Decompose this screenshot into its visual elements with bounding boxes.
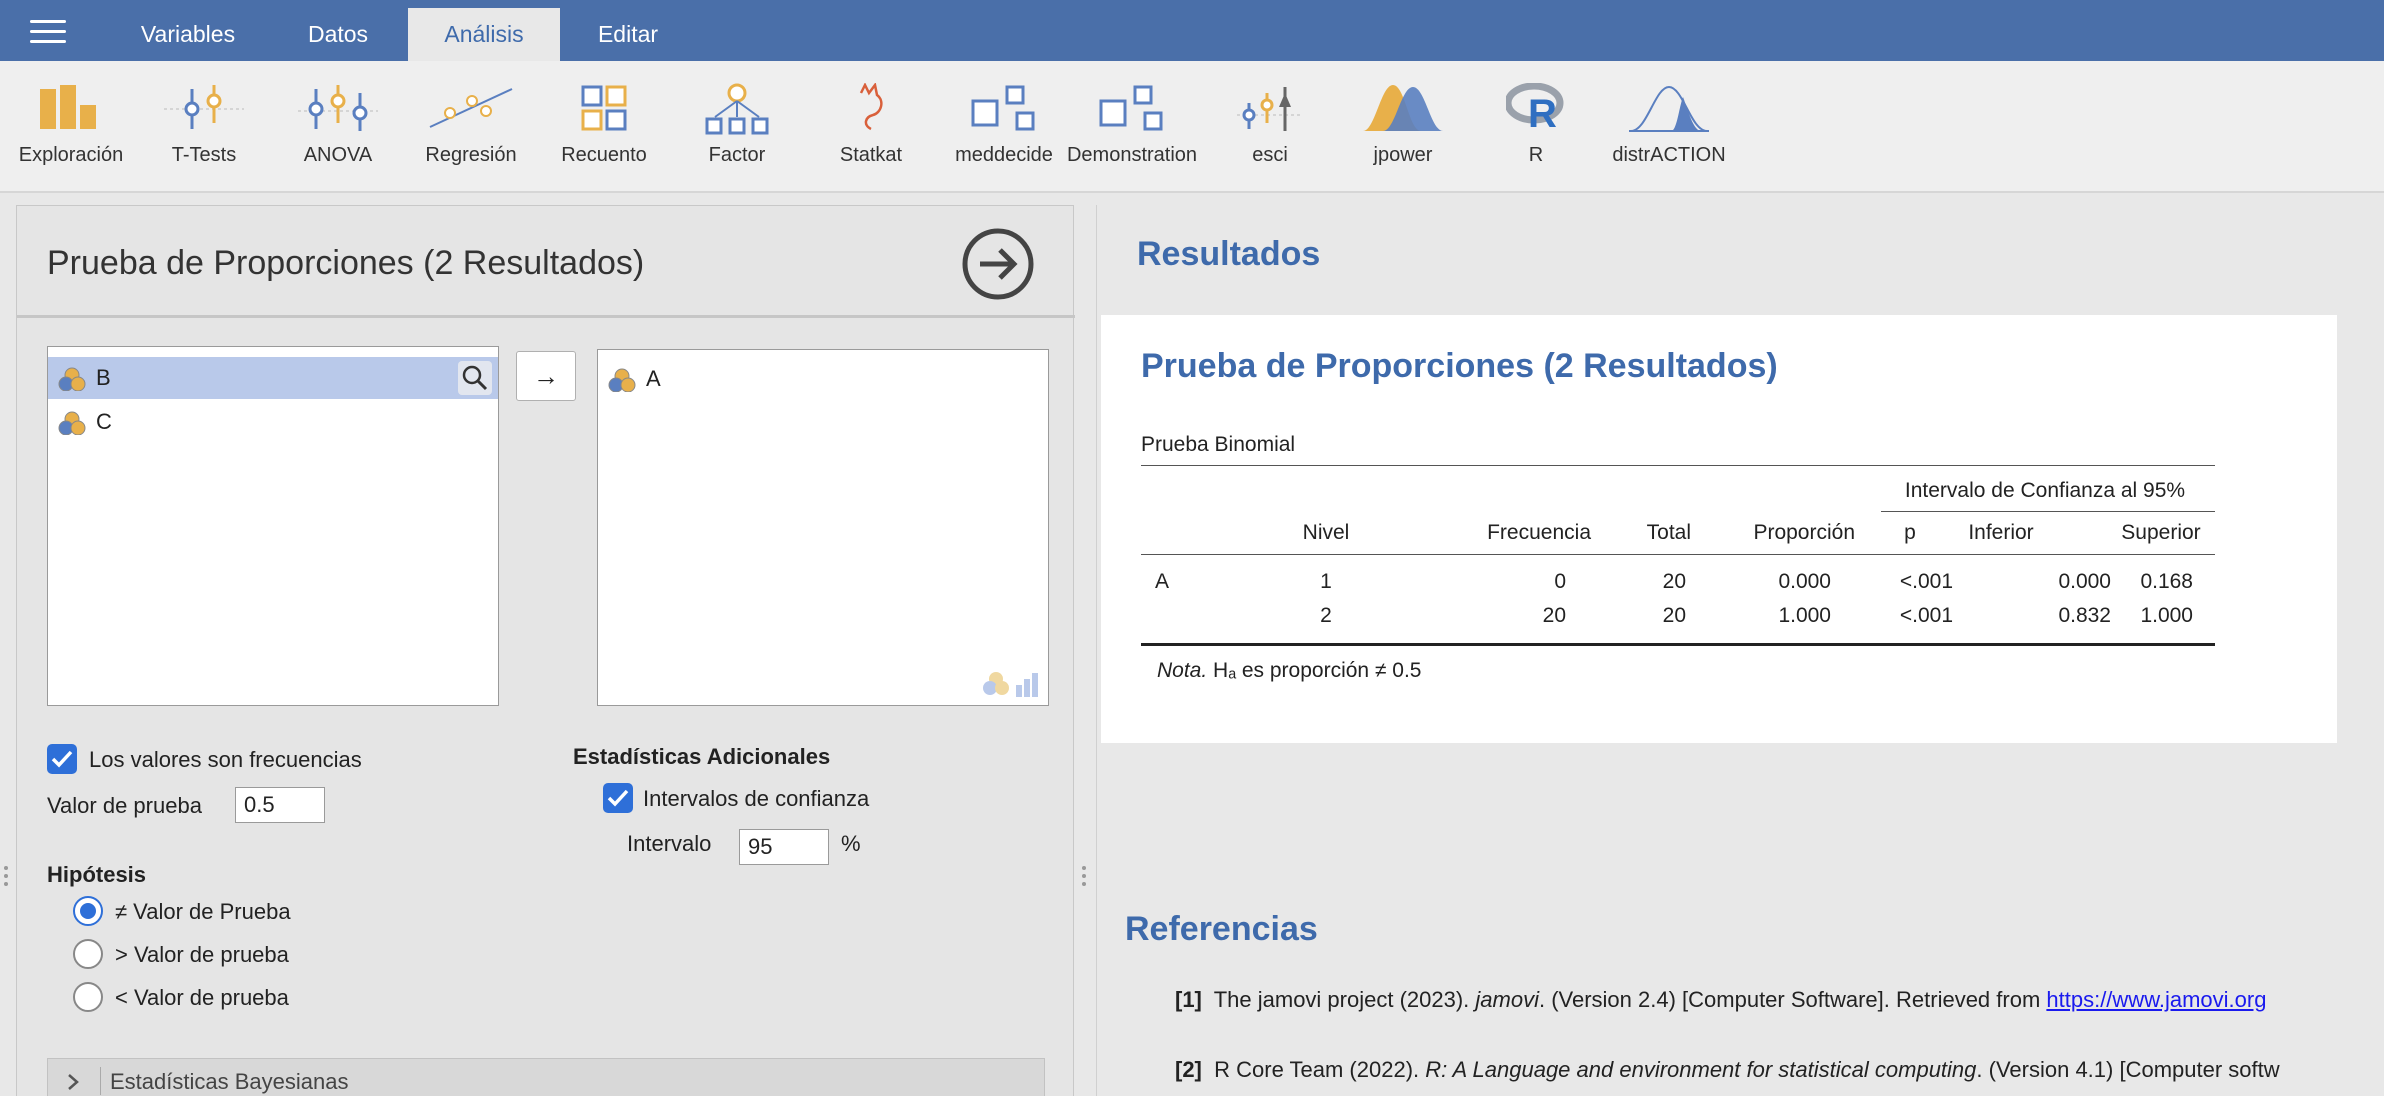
- splitter-resize-grip[interactable]: [1082, 866, 1088, 890]
- reference-item-1: [1] The jamovi project (2023). jamovi. (…: [1175, 987, 2267, 1012]
- hypothesis-radio-greater[interactable]: [73, 939, 103, 969]
- ribbon-statkat[interactable]: Statkat: [803, 61, 939, 193]
- variable-item-a[interactable]: A: [598, 358, 1048, 400]
- nominal-variable-icon: [608, 368, 636, 392]
- left-panel-resize-grip[interactable]: [4, 866, 10, 890]
- test-value-input[interactable]: 0.5: [235, 787, 325, 823]
- nominal-variable-icon: [58, 411, 86, 435]
- confidence-intervals-checkbox[interactable]: [603, 783, 633, 813]
- menu-bar: Variables Datos Análisis Editar: [0, 0, 2384, 61]
- results-panel: Resultados Prueba de Proporciones (2 Res…: [1096, 205, 2384, 1096]
- move-variable-button[interactable]: →: [516, 351, 576, 401]
- references-heading: Referencias: [1125, 910, 1318, 948]
- regression-icon: [429, 88, 513, 128]
- col-header-superior: Superior: [2121, 521, 2201, 544]
- checkmark-icon: [607, 789, 629, 807]
- target-variable-list[interactable]: A: [597, 349, 1049, 706]
- checkmark-icon: [51, 750, 73, 768]
- hypothesis-heading: Hipótesis: [47, 862, 147, 887]
- jpower-icon: [1363, 85, 1443, 131]
- ribbon-recuento[interactable]: Recuento: [536, 61, 672, 193]
- ribbon-r[interactable]: R R: [1468, 61, 1604, 193]
- ribbon-regresion[interactable]: Regresión: [403, 61, 539, 193]
- ci-header: Intervalo de Confianza al 95%: [1904, 479, 2186, 502]
- section-divider: [100, 1067, 101, 1095]
- hypothesis-label-less: < Valor de prueba: [115, 985, 289, 1010]
- table-title: Prueba Binomial: [1141, 433, 1296, 456]
- chevron-right-icon: [68, 1074, 79, 1090]
- interval-input[interactable]: 95: [739, 829, 829, 865]
- test-value-label: Valor de prueba: [47, 793, 202, 818]
- svg-text:R: R: [1528, 92, 1557, 131]
- bayesian-section-header[interactable]: Estadísticas Bayesianas: [47, 1058, 1045, 1096]
- ribbon-distraction[interactable]: distrACTION: [1601, 61, 1737, 193]
- options-title: Prueba de Proporciones (2 Resultados): [47, 244, 645, 282]
- interval-label: Intervalo: [627, 831, 712, 856]
- col-header-nivel: Nivel: [1302, 521, 1350, 544]
- ribbon-exploracion[interactable]: Exploración: [3, 61, 139, 193]
- table-top-rule: [1141, 465, 2215, 466]
- meddecide-icon: [971, 85, 1035, 131]
- results-heading: Resultados: [1137, 235, 1321, 273]
- col-header-p: p: [1904, 521, 1916, 544]
- allowed-types-icon: [983, 672, 1038, 697]
- hypothesis-label-greater: > Valor de prueba: [115, 942, 289, 967]
- frequencies-label: Los valores son frecuencias: [89, 747, 362, 772]
- run-arrow-icon[interactable]: [962, 228, 1034, 300]
- bayesian-section-label: Estadísticas Bayesianas: [110, 1069, 349, 1094]
- col-header-frecuencia: Frecuencia: [1487, 521, 1591, 544]
- frequencies-icon: [581, 85, 627, 131]
- reference-item-2: [2] R Core Team (2022). R: A Language an…: [1175, 1057, 2280, 1082]
- tab-datos[interactable]: Datos: [268, 8, 408, 61]
- confidence-intervals-label: Intervalos de confianza: [643, 786, 870, 811]
- title-divider: [17, 315, 1075, 318]
- r-logo-icon: R: [1506, 83, 1564, 131]
- hypothesis-label-not-equal: ≠ Valor de Prueba: [115, 899, 291, 924]
- table-var-name: A: [1155, 570, 1170, 593]
- factor-icon: [705, 83, 769, 135]
- tab-analisis[interactable]: Análisis: [408, 8, 560, 61]
- jamovi-link[interactable]: https://www.jamovi.org: [2046, 987, 2266, 1012]
- tab-variables[interactable]: Variables: [118, 8, 258, 61]
- percent-label: %: [841, 831, 861, 856]
- analysis-result-card[interactable]: Prueba de Proporciones (2 Resultados) Pr…: [1101, 315, 2337, 743]
- hamburger-menu-icon[interactable]: [30, 20, 66, 44]
- ci-header-rule: [1881, 511, 2215, 512]
- ttests-icon: [164, 85, 244, 129]
- variable-item-b[interactable]: B: [48, 357, 498, 399]
- table-header-rule: [1141, 554, 2215, 555]
- ribbon-anova[interactable]: ANOVA: [270, 61, 406, 193]
- analysis-title: Prueba de Proporciones (2 Resultados): [1141, 347, 1778, 385]
- distraction-icon: [1629, 85, 1709, 132]
- table-bottom-rule: [1141, 643, 2215, 646]
- source-variable-list[interactable]: B C: [47, 346, 499, 706]
- hypothesis-radio-not-equal[interactable]: [73, 896, 103, 926]
- ribbon-demonstration[interactable]: Demonstration: [1064, 61, 1200, 193]
- ribbon-meddecide[interactable]: meddecide: [936, 61, 1072, 193]
- nominal-variable-icon: [58, 367, 86, 391]
- search-icon[interactable]: [458, 361, 492, 395]
- ribbon-ttests[interactable]: T-Tests: [136, 61, 272, 193]
- table-note: Nota. Hₐ es proporción ≠ 0.5: [1157, 659, 1422, 682]
- anova-icon: [298, 85, 378, 131]
- col-header-proporcion: Proporción: [1753, 521, 1855, 544]
- variable-item-c[interactable]: C: [48, 401, 498, 443]
- ribbon-factor[interactable]: Factor: [669, 61, 805, 193]
- options-panel: Prueba de Proporciones (2 Resultados) B …: [16, 205, 1075, 1096]
- ribbon-jpower[interactable]: jpower: [1335, 61, 1471, 193]
- ribbon-esci[interactable]: esci: [1202, 61, 1338, 193]
- exploration-icon: [40, 85, 96, 129]
- esci-icon: [1237, 87, 1303, 131]
- demonstration-icon: [1099, 85, 1163, 131]
- hypothesis-radio-less[interactable]: [73, 982, 103, 1012]
- col-header-total: Total: [1646, 521, 1691, 544]
- col-header-inferior: Inferior: [1968, 521, 2034, 544]
- tab-editar[interactable]: Editar: [560, 8, 696, 61]
- statkat-icon: [859, 83, 883, 131]
- analysis-ribbon: Exploración T-Tests ANOVA Regresión Recu…: [0, 61, 2384, 193]
- additional-stats-heading: Estadísticas Adicionales: [573, 744, 831, 769]
- frequencies-checkbox[interactable]: [47, 744, 77, 774]
